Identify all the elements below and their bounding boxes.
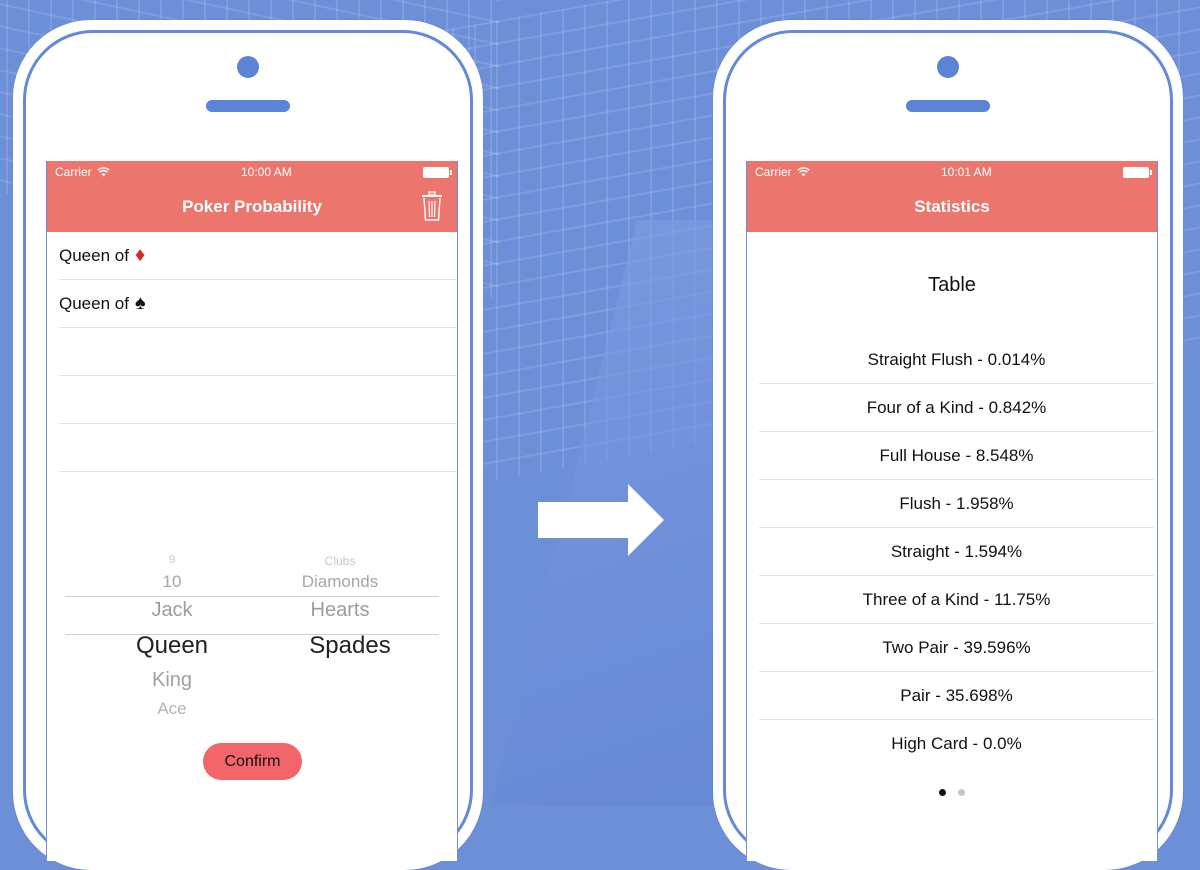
table-heading: Table xyxy=(928,274,976,296)
right-phone: Carrier 10:01 AM Statistics Table Straig… xyxy=(713,20,1183,870)
stat-row: Two Pair - 39.596% xyxy=(759,624,1154,672)
stat-row: Straight Flush - 0.014% xyxy=(759,336,1154,384)
stat-row: High Card - 0.0% xyxy=(891,733,1022,753)
battery-icon xyxy=(423,166,452,178)
left-phone: Carrier 10:00 AM Poker Probability Queen… xyxy=(13,20,483,870)
left-navbar: Carrier 10:00 AM Poker Probability xyxy=(47,161,457,232)
status-time: 10:01 AM xyxy=(940,165,992,179)
carrier-label: Carrier xyxy=(755,165,792,179)
status-bar: Carrier 10:00 AM xyxy=(47,161,457,183)
right-navbar: Carrier 10:01 AM Statistics xyxy=(747,161,1157,232)
picker-rank-option[interactable]: 10 xyxy=(147,572,197,592)
picker-rank-option[interactable]: Jack xyxy=(132,599,212,622)
speaker-icon xyxy=(906,100,990,112)
picker-suit-option[interactable]: Hearts xyxy=(285,599,395,622)
stat-row: Pair - 35.698% xyxy=(759,672,1154,720)
carrier-label: Carrier xyxy=(55,165,92,179)
list-item[interactable]: Queen of ♦ xyxy=(59,232,457,280)
trash-icon[interactable] xyxy=(421,191,443,221)
list-item-empty[interactable] xyxy=(59,376,457,424)
list-item-empty[interactable] xyxy=(59,424,457,472)
list-item[interactable]: Queen of ♠ xyxy=(59,280,457,328)
wifi-icon xyxy=(796,167,810,177)
stat-row: Four of a Kind - 0.842% xyxy=(759,384,1154,432)
list-item-empty[interactable] xyxy=(59,328,457,376)
picker-rank-selected[interactable]: Queen xyxy=(112,632,232,660)
spade-icon: ♠ xyxy=(134,292,146,314)
picker-suit-option[interactable]: Diamonds xyxy=(275,572,405,592)
stat-row: Three of a Kind - 11.75% xyxy=(759,576,1154,624)
picker-suit-selected[interactable]: Spades xyxy=(285,632,415,660)
left-screen: Carrier 10:00 AM Poker Probability Queen… xyxy=(46,161,458,861)
confirm-button[interactable]: Confirm xyxy=(203,743,302,780)
page-dot-active[interactable] xyxy=(939,789,946,796)
page-dot[interactable] xyxy=(958,789,965,796)
card-label: Queen of xyxy=(59,245,129,265)
picker-rank-option[interactable]: King xyxy=(132,669,212,692)
status-bar: Carrier 10:01 AM xyxy=(747,161,1157,183)
stat-row: Flush - 1.958% xyxy=(759,480,1154,528)
picker-rank-option[interactable]: 9 xyxy=(162,554,182,566)
page-title: Poker Probability xyxy=(182,197,322,216)
statistics-list: Straight Flush - 0.014% Four of a Kind -… xyxy=(759,336,1154,767)
camera-icon xyxy=(237,56,259,78)
card-picker[interactable]: 9 10 Jack Queen King Ace Clubs Diamonds … xyxy=(47,502,457,742)
battery-icon xyxy=(1123,166,1152,178)
camera-icon xyxy=(937,56,959,78)
status-time: 10:00 AM xyxy=(240,165,292,179)
carrier: Carrier xyxy=(55,165,110,179)
stat-row: Full House - 8.548% xyxy=(759,432,1154,480)
page-control[interactable] xyxy=(747,789,1157,796)
right-screen: Carrier 10:01 AM Statistics Table Straig… xyxy=(746,161,1158,861)
speaker-icon xyxy=(206,100,290,112)
card-label: Queen of xyxy=(59,293,129,313)
selected-cards-list: Queen of ♦ Queen of ♠ xyxy=(59,232,457,472)
arrow-right-icon xyxy=(538,484,664,556)
stat-row: Straight - 1.594% xyxy=(759,528,1154,576)
picker-suit-option[interactable]: Clubs xyxy=(285,554,395,568)
picker-rank-option[interactable]: Ace xyxy=(142,699,202,719)
wifi-icon xyxy=(96,167,110,177)
carrier: Carrier xyxy=(755,165,810,179)
page-title: Statistics xyxy=(914,197,990,216)
diamond-icon: ♦ xyxy=(134,244,146,266)
